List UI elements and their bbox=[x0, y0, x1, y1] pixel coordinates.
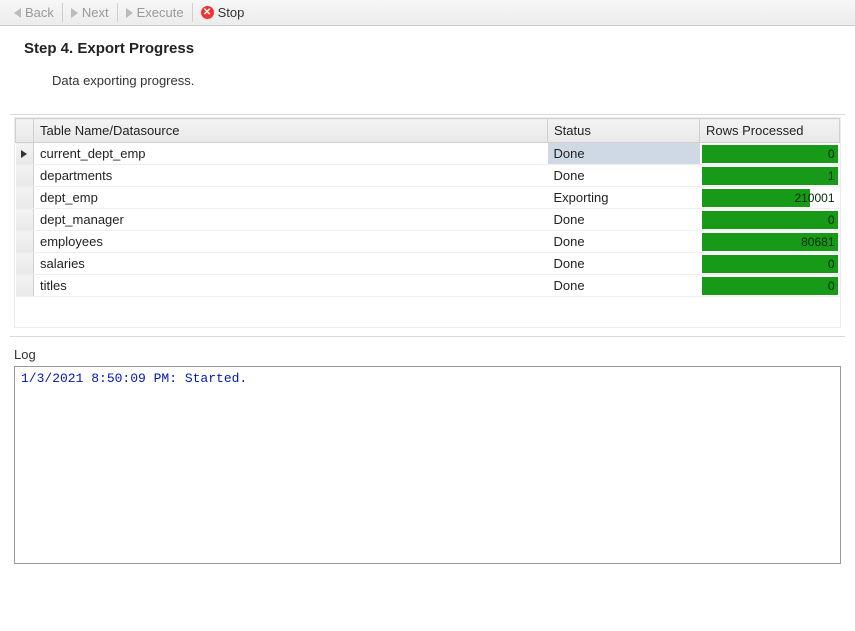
grid-header-row: Table Name/Datasource Status Rows Proces… bbox=[16, 119, 840, 143]
cell-rows-processed: 0 bbox=[700, 275, 840, 297]
stop-button[interactable]: ✕ Stop bbox=[193, 3, 253, 22]
divider bbox=[10, 114, 845, 115]
step-title: Step 4. Export Progress bbox=[24, 40, 831, 57]
progress-bar: 210001 bbox=[702, 189, 838, 207]
progress-bar: 1 bbox=[702, 167, 838, 185]
back-label: Back bbox=[25, 5, 54, 20]
next-arrow-icon bbox=[71, 8, 78, 18]
progress-bar: 80681 bbox=[702, 233, 838, 251]
cell-table-name: employees bbox=[34, 231, 548, 253]
progress-grid: Table Name/Datasource Status Rows Proces… bbox=[14, 117, 841, 328]
progress-value: 80681 bbox=[801, 233, 834, 251]
grid-header-indicator bbox=[16, 119, 34, 143]
execute-arrow-icon bbox=[126, 8, 133, 18]
progress-bar: 0 bbox=[702, 211, 838, 229]
log-label: Log bbox=[14, 347, 841, 362]
row-indicator bbox=[16, 187, 34, 209]
progress-fill bbox=[702, 145, 838, 163]
table-row[interactable]: departmentsDone 1 bbox=[16, 165, 840, 187]
cell-status: Exporting bbox=[548, 187, 700, 209]
grid-header-status[interactable]: Status bbox=[548, 119, 700, 143]
cell-rows-processed: 0 bbox=[700, 143, 840, 165]
cell-status: Done bbox=[548, 253, 700, 275]
table-row[interactable]: employeesDone 80681 bbox=[16, 231, 840, 253]
step-description: Data exporting progress. bbox=[52, 73, 831, 88]
cell-status: Done bbox=[548, 143, 700, 165]
cell-table-name: dept_manager bbox=[34, 209, 548, 231]
grid-header-name[interactable]: Table Name/Datasource bbox=[34, 119, 548, 143]
row-indicator bbox=[16, 253, 34, 275]
progress-fill bbox=[702, 211, 838, 229]
back-arrow-icon bbox=[14, 8, 21, 18]
cell-table-name: departments bbox=[34, 165, 548, 187]
row-indicator bbox=[16, 143, 34, 165]
progress-bar: 0 bbox=[702, 145, 838, 163]
progress-bar: 0 bbox=[702, 277, 838, 295]
progress-bar: 0 bbox=[702, 255, 838, 273]
cell-rows-processed: 80681 bbox=[700, 231, 840, 253]
next-button[interactable]: Next bbox=[63, 3, 118, 22]
next-label: Next bbox=[82, 5, 109, 20]
table-row[interactable]: current_dept_empDone 0 bbox=[16, 143, 840, 165]
progress-value: 0 bbox=[828, 211, 835, 229]
table-row[interactable]: titlesDone 0 bbox=[16, 275, 840, 297]
progress-value: 0 bbox=[828, 277, 835, 295]
cell-table-name: current_dept_emp bbox=[34, 143, 548, 165]
row-indicator bbox=[16, 275, 34, 297]
row-indicator bbox=[16, 231, 34, 253]
back-button[interactable]: Back bbox=[6, 3, 63, 22]
row-indicator bbox=[16, 209, 34, 231]
toolbar: Back Next Execute ✕ Stop bbox=[0, 0, 855, 26]
cell-status: Done bbox=[548, 275, 700, 297]
execute-label: Execute bbox=[137, 5, 184, 20]
progress-fill bbox=[702, 255, 838, 273]
content-area: Step 4. Export Progress Data exporting p… bbox=[0, 26, 855, 114]
table-row[interactable]: salariesDone 0 bbox=[16, 253, 840, 275]
log-section: Log 1/3/2021 8:50:09 PM: Started. bbox=[14, 347, 841, 564]
grid-header-rows[interactable]: Rows Processed bbox=[700, 119, 840, 143]
cell-status: Done bbox=[548, 231, 700, 253]
cell-rows-processed: 0 bbox=[700, 253, 840, 275]
cell-status: Done bbox=[548, 209, 700, 231]
progress-value: 210001 bbox=[794, 189, 834, 207]
table-row[interactable]: dept_empExporting 210001 bbox=[16, 187, 840, 209]
current-row-icon bbox=[21, 150, 27, 158]
stop-label: Stop bbox=[218, 5, 245, 20]
row-indicator bbox=[16, 165, 34, 187]
execute-button[interactable]: Execute bbox=[118, 3, 193, 22]
cell-table-name: dept_emp bbox=[34, 187, 548, 209]
cell-status: Done bbox=[548, 165, 700, 187]
progress-fill bbox=[702, 167, 838, 185]
cell-rows-processed: 1 bbox=[700, 165, 840, 187]
cell-table-name: titles bbox=[34, 275, 548, 297]
cell-table-name: salaries bbox=[34, 253, 548, 275]
progress-fill bbox=[702, 277, 838, 295]
cell-rows-processed: 210001 bbox=[700, 187, 840, 209]
progress-value: 0 bbox=[828, 255, 835, 273]
progress-value: 0 bbox=[828, 145, 835, 163]
stop-icon: ✕ bbox=[201, 6, 214, 19]
log-textarea[interactable]: 1/3/2021 8:50:09 PM: Started. bbox=[14, 366, 841, 564]
cell-rows-processed: 0 bbox=[700, 209, 840, 231]
progress-value: 1 bbox=[828, 167, 835, 185]
table-row[interactable]: dept_managerDone 0 bbox=[16, 209, 840, 231]
divider bbox=[10, 336, 845, 337]
